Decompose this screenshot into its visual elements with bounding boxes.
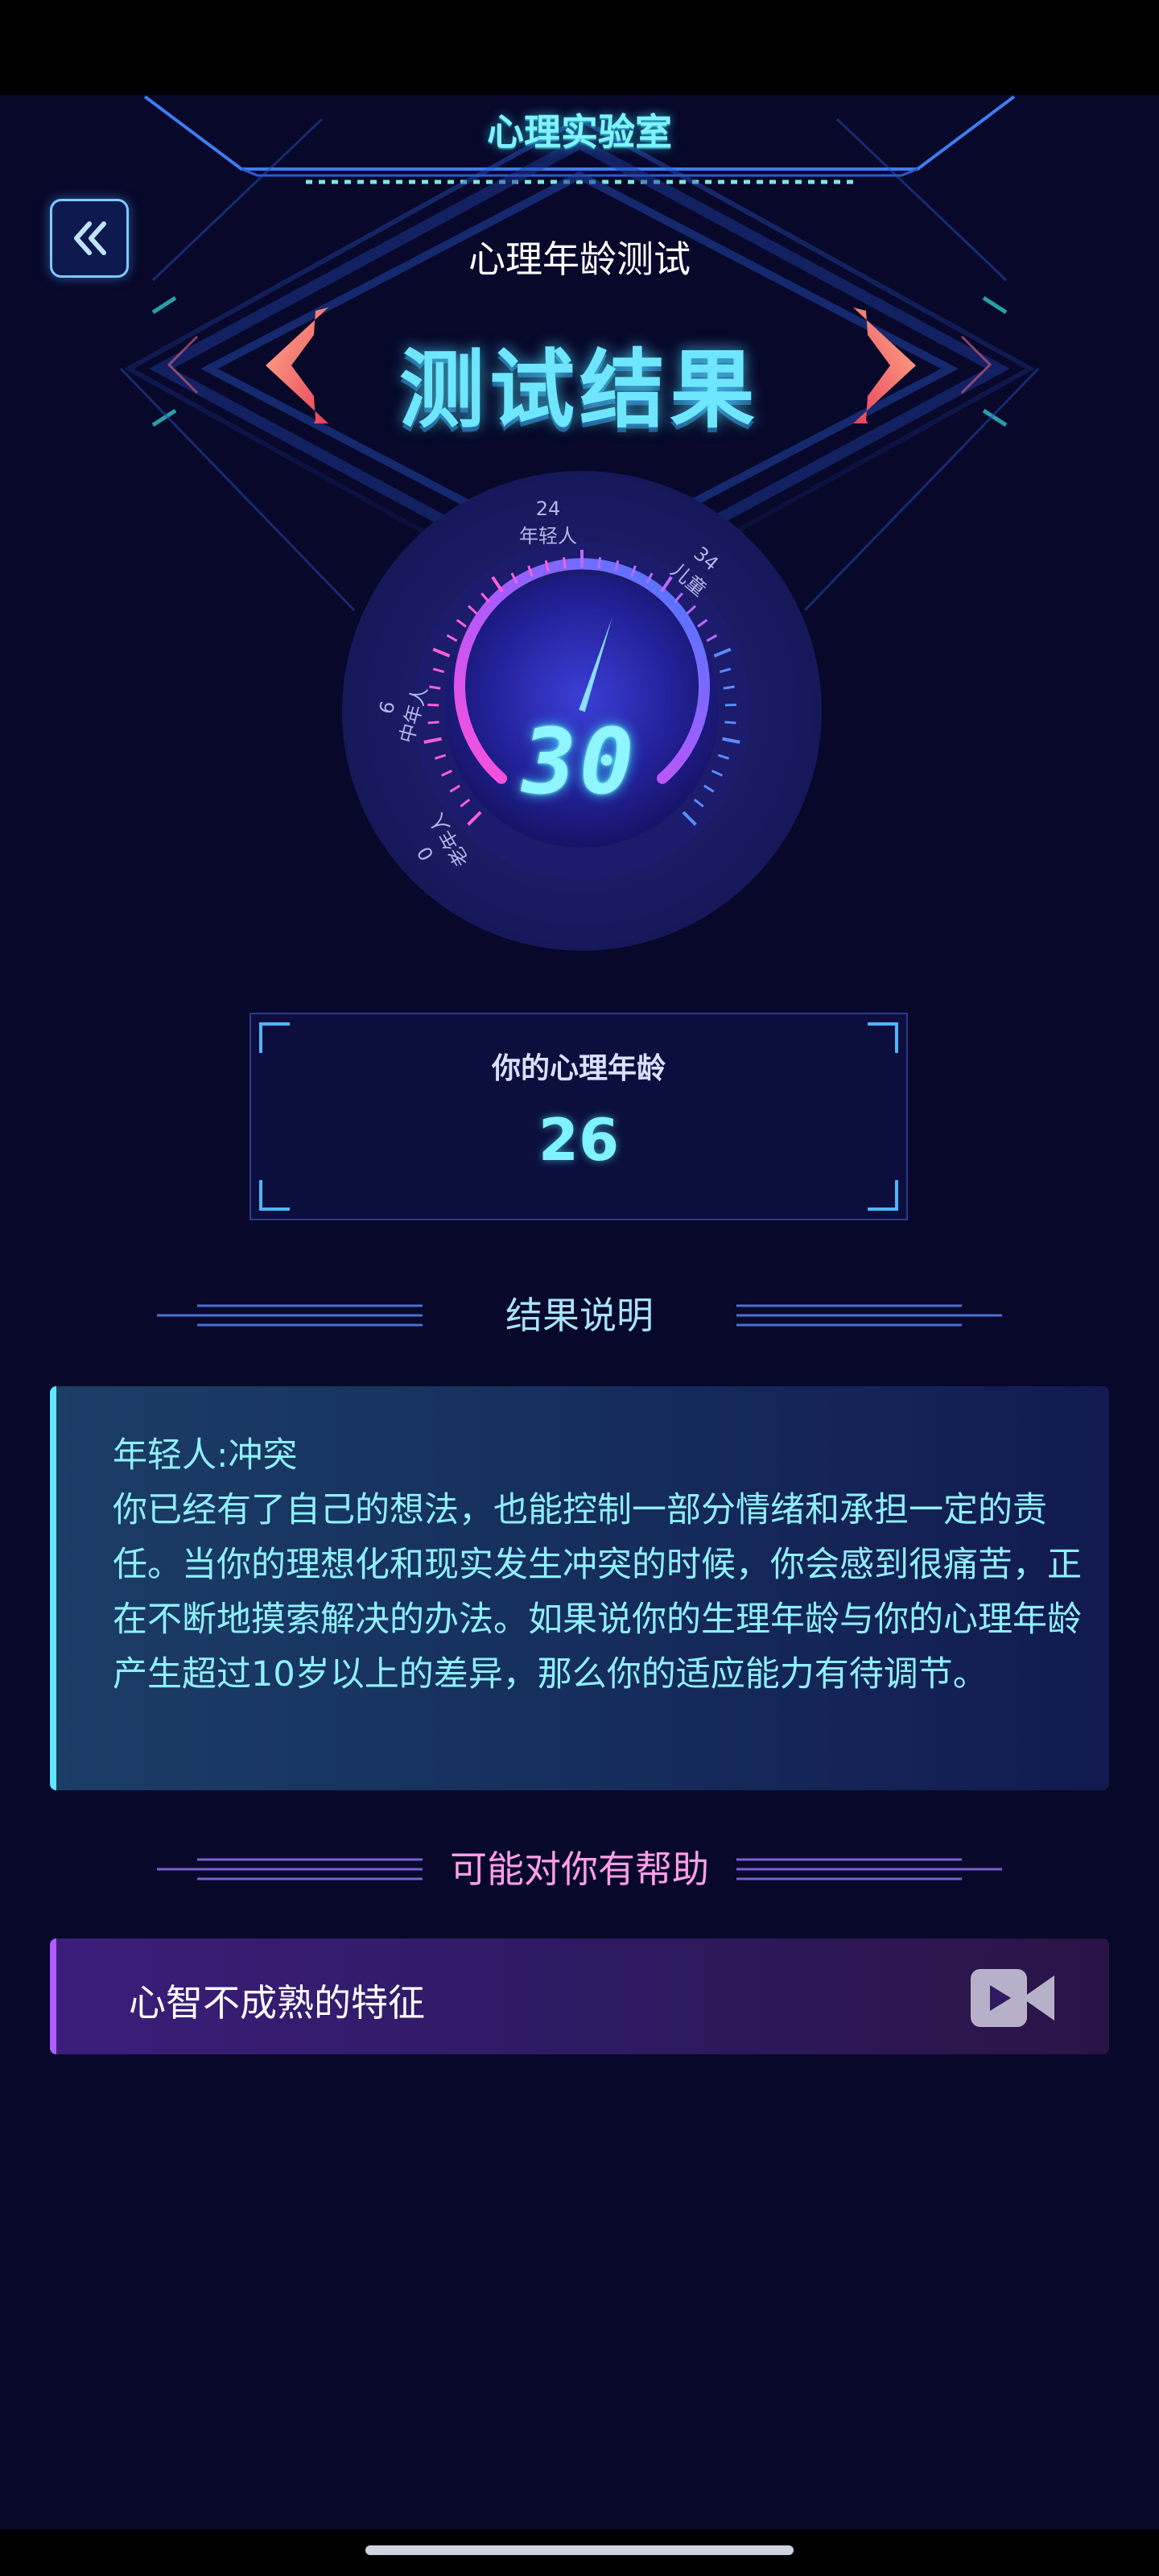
gauge-tick [724, 703, 736, 707]
psych-age-label: 你的心理年龄 [491, 1052, 666, 1085]
gauge-value: 30 [522, 710, 637, 815]
gauge-tick-label: 24 年轻人 [519, 497, 577, 548]
result-explanation-card: 年轻人:冲突 你已经有了自己的想法，也能控制一部分情绪和承担一定的责任。当你的理… [50, 1386, 1109, 1790]
video-camera-icon [971, 1969, 1054, 2027]
psych-age-value: 26 [538, 1106, 620, 1174]
result-title: 测试结果 [399, 341, 760, 440]
home-indicator[interactable] [365, 2545, 794, 2555]
divider-lines-right [736, 1304, 1002, 1327]
result-type-title: 年轻人:冲突 [113, 1435, 298, 1476]
system-navigation-bar [0, 2529, 1159, 2576]
gauge-tick-group: 年轻人 [519, 525, 577, 547]
corner-bracket [868, 1180, 898, 1211]
status-bar [0, 0, 1159, 95]
help-item-label: 心智不成熟的特征 [129, 1981, 425, 2025]
gauge-tick [562, 557, 567, 569]
lab-title: 心理实验室 [487, 110, 672, 154]
gauge-tick [427, 703, 439, 707]
psych-age-card: 你的心理年龄 26 [250, 1013, 908, 1220]
test-subtitle: 心理年龄测试 [468, 237, 691, 281]
gauge-tick-age: 24 [535, 497, 561, 520]
gauge-tick [427, 720, 439, 724]
divider-lines-right [736, 1858, 1002, 1880]
result-explanation-text: 年轻人:冲突 你已经有了自己的想法，也能控制一部分情绪和承担一定的责任。当你的理… [113, 1428, 1095, 1702]
result-description: 你已经有了自己的想法，也能控制一部分情绪和承担一定的责任。当你的理想化和现实发生… [113, 1490, 1082, 1695]
gauge-tick [724, 720, 736, 724]
gauge-tick [597, 557, 602, 569]
corner-bracket [259, 1180, 290, 1211]
help-item-video[interactable]: 心智不成熟的特征 [50, 1938, 1109, 2054]
